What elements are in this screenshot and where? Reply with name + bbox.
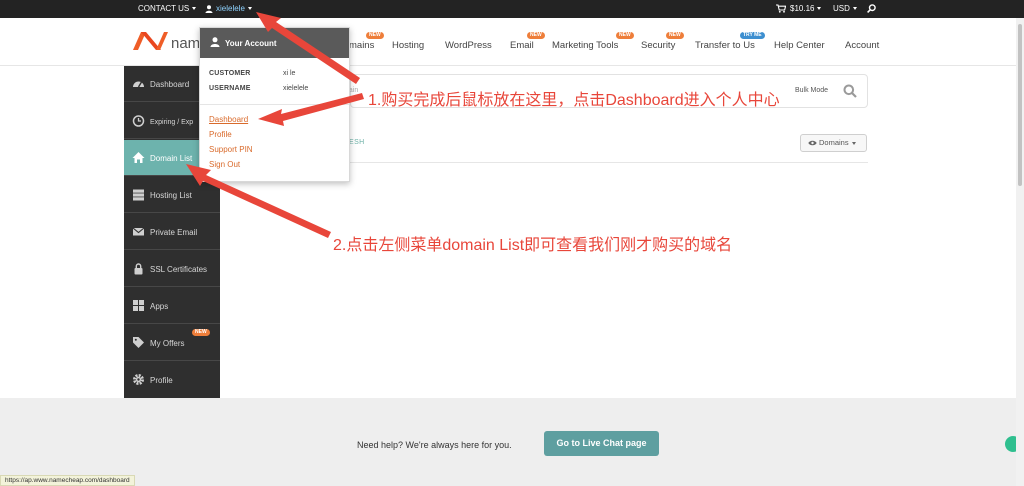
- page: CONTACT US xielelele $10.16 USD name mai…: [0, 0, 1024, 486]
- arrow-to-dashboard: [258, 93, 364, 126]
- annotation-step-2: 2.点击左侧菜单domain List即可查看我们刚才购买的域名: [333, 237, 733, 254]
- annotation-step-1: 1.购买完成后鼠标放在这里，点击Dashboard进入个人中心: [368, 92, 780, 109]
- arrow-to-domain-list: [186, 164, 331, 238]
- arrow-to-username: [256, 12, 360, 84]
